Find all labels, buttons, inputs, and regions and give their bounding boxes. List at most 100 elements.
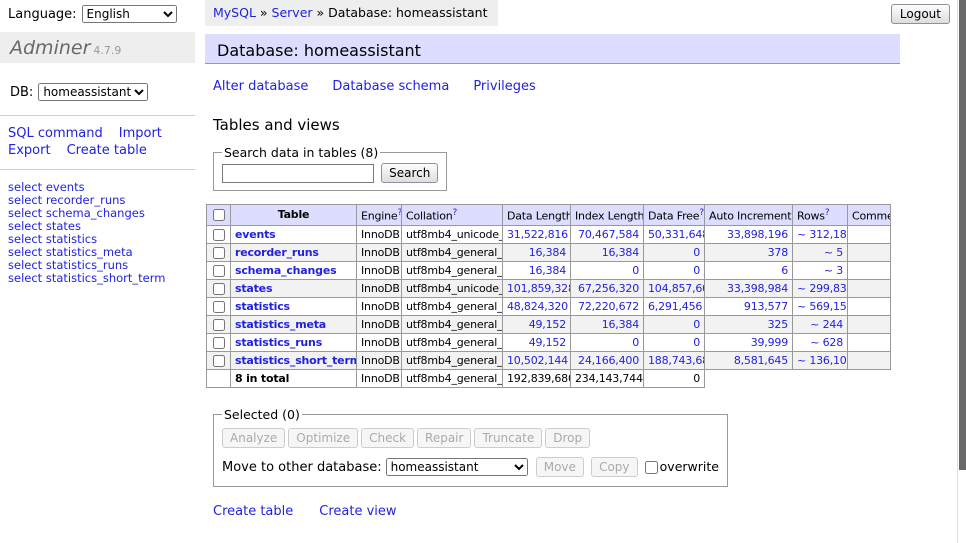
table-name-link[interactable]: events [235, 228, 276, 241]
rows-cell-link[interactable]: ~ 569,159 [797, 300, 848, 313]
create-link[interactable]: Create table [213, 504, 293, 519]
selected-op-button-repair[interactable]: Repair [417, 428, 471, 448]
sidebar-action-link[interactable]: Create table [67, 143, 147, 158]
db-action-link[interactable]: Privileges [473, 79, 536, 94]
auto-increment-cell: 913,577 [705, 297, 793, 315]
data-free-cell-link[interactable]: 6,291,456 [648, 300, 702, 313]
row-checkbox[interactable] [213, 265, 225, 277]
overwrite-checkbox[interactable] [645, 461, 658, 474]
create-link[interactable]: Create view [319, 504, 396, 519]
search-button[interactable]: Search [381, 163, 438, 183]
row-checkbox[interactable] [213, 301, 225, 313]
rows-cell-link[interactable]: ~ 136,108 [797, 354, 848, 367]
rows-cell-link[interactable]: ~ 628 [810, 336, 843, 349]
help-link[interactable]: ? [453, 208, 458, 218]
data-free-cell-link[interactable]: 0 [693, 336, 700, 349]
rows-cell-link[interactable]: ~ 312,180 [797, 228, 848, 241]
auto-increment-cell-link[interactable]: 39,999 [751, 336, 788, 349]
data-length-cell-link[interactable]: 49,152 [529, 318, 566, 331]
rows-cell-link[interactable]: ~ 299,833 [797, 282, 848, 295]
selected-op-button-optimize[interactable]: Optimize [288, 428, 358, 448]
breadcrumb-mysql-link[interactable]: MySQL [213, 5, 256, 20]
help-link[interactable]: ? [699, 208, 704, 218]
sidebar-action-link[interactable]: SQL command [8, 126, 103, 141]
selected-op-button-check[interactable]: Check [361, 428, 414, 448]
help-link[interactable]: ? [825, 208, 830, 218]
auto-increment-cell-link[interactable]: 8,581,645 [734, 354, 788, 367]
index-length-cell-link[interactable]: 24,166,400 [578, 354, 639, 367]
rows-cell-link[interactable]: ~ 3 [824, 264, 843, 277]
table-name-link[interactable]: statistics_meta [235, 318, 326, 331]
move-button[interactable]: Move [536, 457, 584, 477]
move-db-select[interactable]: homeassistant [386, 458, 528, 476]
sidebar-action-link[interactable]: Import [119, 126, 162, 141]
auto-increment-cell: 33,898,196 [705, 225, 793, 243]
row-checkbox[interactable] [213, 283, 225, 295]
row-checkbox[interactable] [213, 337, 225, 349]
table-row: eventsInnoDButf8mb4_unicode_ci31,522,816… [207, 225, 891, 243]
table-name-link[interactable]: schema_changes [235, 264, 336, 277]
data-free-cell-link[interactable]: 0 [693, 318, 700, 331]
data-length-cell-link[interactable]: 10,502,144 [507, 354, 568, 367]
row-checkbox-cell [207, 225, 231, 243]
sidebar-action-link[interactable]: Export [8, 143, 51, 158]
search-input[interactable] [222, 164, 374, 183]
data-length-cell-link[interactable]: 49,152 [529, 336, 566, 349]
row-checkbox[interactable] [213, 247, 225, 259]
data-length-cell-link[interactable]: 16,384 [529, 264, 566, 277]
row-checkbox[interactable] [213, 319, 225, 331]
app-logo[interactable]: Adminer [10, 37, 90, 59]
data-length-cell-link[interactable]: 16,384 [529, 246, 566, 259]
db-action-link[interactable]: Alter database [213, 79, 308, 94]
table-name-link[interactable]: states [235, 282, 272, 295]
row-checkbox[interactable] [213, 229, 225, 241]
data-length-cell-link[interactable]: 101,859,328 [507, 282, 571, 295]
table-name-link[interactable]: statistics [235, 300, 290, 313]
engine-cell: InnoDB [357, 279, 402, 297]
data-free-cell-link[interactable]: 50,331,648 [648, 228, 705, 241]
scrollbar-thumb[interactable] [959, 0, 966, 470]
data-free-cell-link[interactable]: 0 [693, 264, 700, 277]
auto-increment-cell-link[interactable]: 6 [781, 264, 788, 277]
selected-op-button-truncate[interactable]: Truncate [474, 428, 542, 448]
copy-button[interactable]: Copy [591, 457, 637, 477]
engine-cell: InnoDB [357, 333, 402, 351]
data-free-cell-link[interactable]: 188,743,680 [648, 354, 705, 367]
breadcrumb-server-link[interactable]: Server [272, 5, 313, 20]
row-checkbox[interactable] [213, 355, 225, 367]
index-length-cell-link[interactable]: 0 [632, 336, 639, 349]
sidebar-select-link[interactable]: select statistics_short_term [8, 272, 195, 285]
auto-increment-cell-link[interactable]: 33,398,984 [727, 282, 788, 295]
auto-increment-cell-link[interactable]: 378 [768, 246, 788, 259]
data-length-cell-link[interactable]: 31,522,816 [507, 228, 568, 241]
tables-body: eventsInnoDButf8mb4_unicode_ci31,522,816… [207, 225, 891, 387]
index-length-cell-link[interactable]: 72,220,672 [578, 300, 639, 313]
index-length-cell-link[interactable]: 16,384 [602, 318, 639, 331]
data-length-cell: 31,522,816 [503, 225, 571, 243]
rows-cell-link[interactable]: ~ 244 [810, 318, 843, 331]
table-name-link[interactable]: statistics_short_term [235, 354, 357, 367]
table-name-link[interactable]: statistics_runs [235, 336, 322, 349]
index-length-cell-link[interactable]: 0 [632, 264, 639, 277]
data-length-cell-link[interactable]: 48,824,320 [507, 300, 568, 313]
select-all-checkbox[interactable] [213, 209, 225, 221]
index-length-cell-link[interactable]: 67,256,320 [578, 282, 639, 295]
data-free-cell-link[interactable]: 104,857,600 [648, 282, 705, 295]
page-title: Database: homeassistant [205, 34, 900, 64]
auto-increment-cell-link[interactable]: 325 [768, 318, 788, 331]
engine-cell: InnoDB [357, 297, 402, 315]
selected-op-button-analyze[interactable]: Analyze [222, 428, 285, 448]
help-link[interactable]: ? [398, 208, 402, 218]
auto-increment-cell-link[interactable]: 33,898,196 [727, 228, 788, 241]
engine-cell: InnoDB [357, 225, 402, 243]
auto-increment-cell-link[interactable]: 913,577 [744, 300, 788, 313]
totals-empty-cell [207, 369, 231, 387]
db-select[interactable]: homeassistant [38, 83, 148, 101]
data-free-cell-link[interactable]: 0 [693, 246, 700, 259]
index-length-cell-link[interactable]: 16,384 [602, 246, 639, 259]
table-name-link[interactable]: recorder_runs [235, 246, 319, 259]
index-length-cell-link[interactable]: 70,467,584 [578, 228, 639, 241]
selected-op-button-drop[interactable]: Drop [545, 428, 590, 448]
db-action-link[interactable]: Database schema [332, 79, 449, 94]
rows-cell-link[interactable]: ~ 5 [824, 246, 843, 259]
